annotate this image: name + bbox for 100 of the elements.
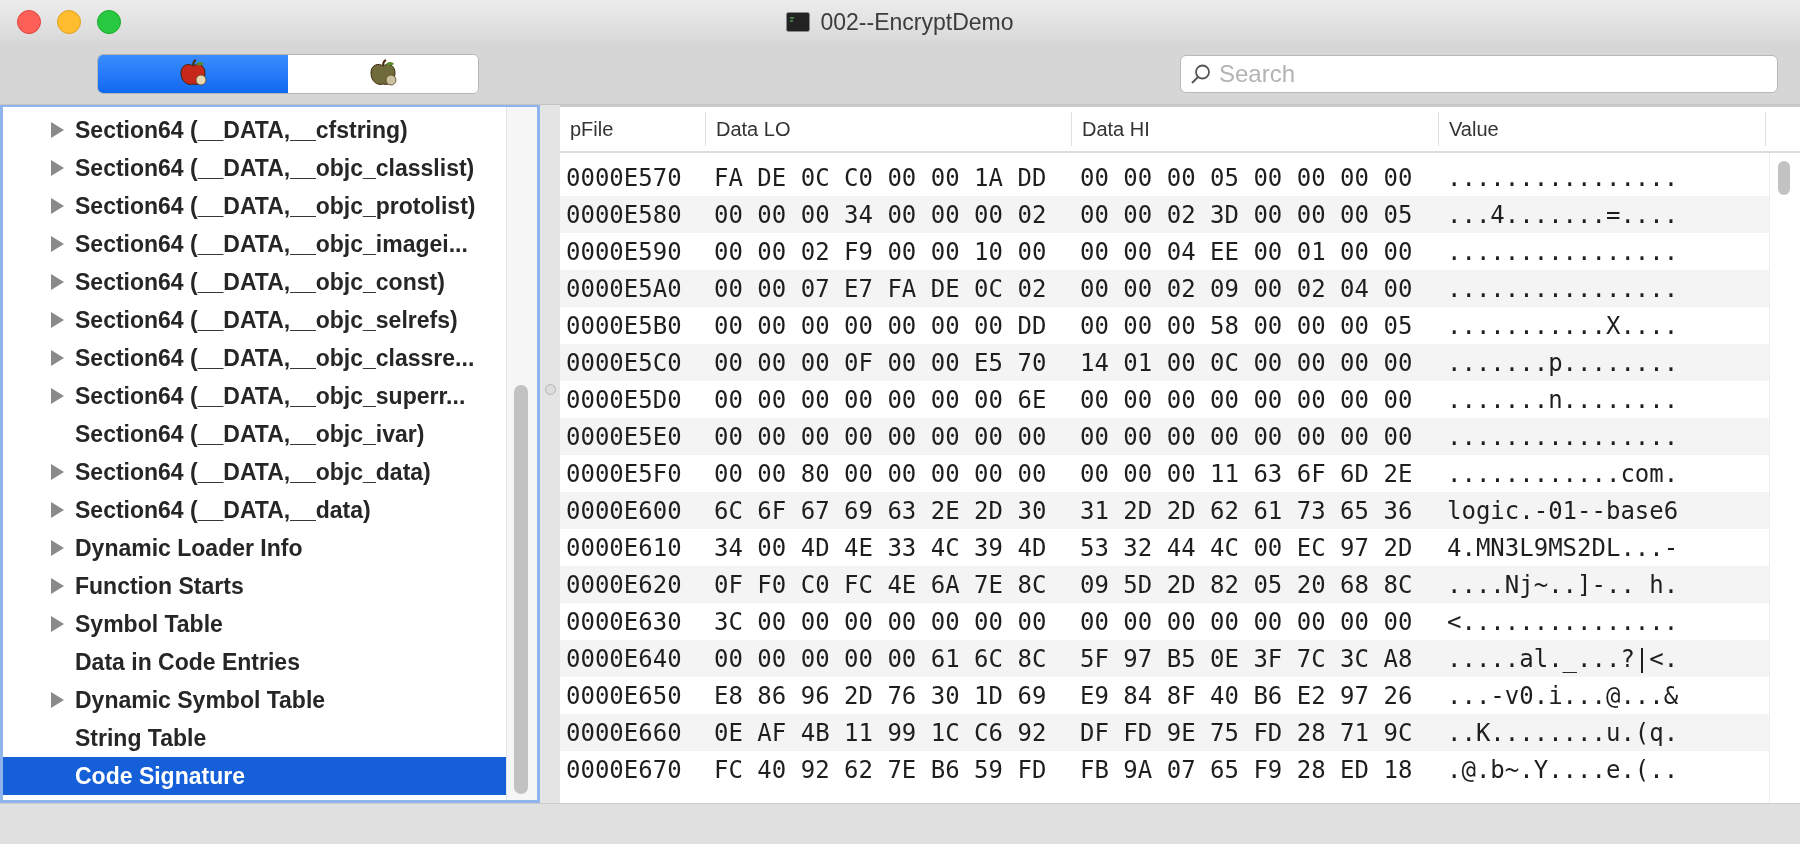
table-cell-text: 00 00 04 EE 00 01 00 00 bbox=[1079, 237, 1414, 266]
table-cell-text: 31 2D 2D 62 61 73 65 36 bbox=[1079, 496, 1414, 525]
table-cell-text: 00 00 00 34 00 00 00 02 bbox=[713, 200, 1048, 229]
tree-item[interactable]: Dynamic Loader Info bbox=[3, 529, 506, 567]
table-cell-text: logic.-01--base6 bbox=[1446, 496, 1680, 525]
table-cell-text: .......p........ bbox=[1446, 348, 1680, 377]
table-cell-text: 0000E600 bbox=[565, 496, 683, 525]
disclosure-triangle-icon[interactable] bbox=[51, 312, 64, 328]
table-cell-text: 0000E5E0 bbox=[565, 422, 683, 451]
table-cell-text: 0000E660 bbox=[565, 718, 683, 747]
tree-item[interactable]: Section64 (__DATA,__cfstring) bbox=[3, 111, 506, 149]
table-cell-text: 0000E580 bbox=[565, 200, 683, 229]
table-cell-text: 0000E610 bbox=[565, 533, 683, 562]
zoom-button[interactable] bbox=[97, 10, 121, 34]
table-cell-text: ............com. bbox=[1446, 459, 1680, 488]
tree-item[interactable]: Symbol Table bbox=[3, 605, 506, 643]
tree-item[interactable]: Section64 (__DATA,__data) bbox=[3, 491, 506, 529]
table-cell-text: 0000E5D0 bbox=[565, 385, 683, 414]
table-cell-text: ................ bbox=[1446, 237, 1680, 266]
table-cell-text: 00 00 00 58 00 00 00 05 bbox=[1079, 311, 1414, 340]
table-cell-text: 00 00 00 00 00 00 00 00 bbox=[1079, 385, 1414, 414]
disclosure-triangle-icon[interactable] bbox=[51, 616, 64, 632]
table-cell-text: 0000E640 bbox=[565, 644, 683, 673]
table-cell-text: 0000E590 bbox=[565, 237, 683, 266]
tree-item[interactable]: String Table bbox=[3, 719, 506, 757]
search-field[interactable]: Search bbox=[1180, 55, 1778, 93]
table-cell-text: DF FD 9E 75 FD 28 71 9C bbox=[1079, 718, 1414, 747]
table-cell-text: 3C 00 00 00 00 00 00 00 bbox=[713, 607, 1048, 636]
table-cell-text: ...-v0.i...@...& bbox=[1446, 681, 1680, 710]
table-cell-text: E9 84 8F 40 B6 E2 97 26 bbox=[1079, 681, 1414, 710]
table-cell-text: FB 9A 07 65 F9 28 ED 18 bbox=[1079, 755, 1414, 784]
disclosure-triangle-icon[interactable] bbox=[51, 578, 64, 594]
disclosure-triangle-icon[interactable] bbox=[51, 350, 64, 366]
tree-item[interactable]: Function Starts bbox=[3, 567, 506, 605]
table-cell-text: 00 00 00 00 00 61 6C 8C bbox=[713, 644, 1048, 673]
table-cell-text: 5F 97 B5 0E 3F 7C 3C A8 bbox=[1079, 644, 1414, 673]
column-header[interactable]: Value bbox=[1439, 112, 1766, 146]
tree-item[interactable]: Code Signature bbox=[3, 757, 506, 795]
table-cell-text: 53 32 44 4C 00 EC 97 2D bbox=[1079, 533, 1414, 562]
split-handle[interactable] bbox=[544, 383, 556, 395]
table-cell-text: 00 00 00 00 00 00 00 DD bbox=[713, 311, 1048, 340]
disclosure-triangle-icon[interactable] bbox=[51, 502, 64, 518]
table-cell-text: 09 5D 2D 82 05 20 68 8C bbox=[1079, 570, 1414, 599]
table-cell-text: .......n........ bbox=[1446, 385, 1680, 414]
table-cell-text: .....al._...?|<. bbox=[1446, 644, 1680, 673]
table-cell-text: ................ bbox=[1446, 163, 1680, 192]
table-cell-text: 0000E570 bbox=[565, 163, 683, 192]
tree-item[interactable]: Section64 (__DATA,__objc_ivar) bbox=[3, 415, 506, 453]
table-cell-text: 6C 6F 67 69 63 2E 2D 30 bbox=[713, 496, 1048, 525]
tree-item[interactable]: Section64 (__DATA,__objc_classlist) bbox=[3, 149, 506, 187]
column-header[interactable]: pFile bbox=[560, 112, 706, 146]
table-cell-text: 00 00 02 3D 00 00 00 05 bbox=[1079, 200, 1414, 229]
close-button[interactable] bbox=[17, 10, 41, 34]
table-cell-text: ................ bbox=[1446, 274, 1680, 303]
tree-item[interactable]: Section64 (__DATA,__objc_selrefs) bbox=[3, 301, 506, 339]
disclosure-triangle-icon[interactable] bbox=[51, 464, 64, 480]
table-cell-text: 34 00 4D 4E 33 4C 39 4D bbox=[713, 533, 1048, 562]
table-cell-text: ..K........u.(q. bbox=[1446, 718, 1680, 747]
table-cell-text: <............... bbox=[1446, 607, 1680, 636]
disclosure-triangle-icon[interactable] bbox=[51, 274, 64, 290]
column-header[interactable]: Data LO bbox=[706, 112, 1072, 146]
table-cell-text: ...4.......=.... bbox=[1446, 200, 1680, 229]
minimize-button[interactable] bbox=[57, 10, 81, 34]
table-cell-text: 00 00 07 E7 FA DE 0C 02 bbox=[713, 274, 1048, 303]
scrollbar-thumb[interactable] bbox=[1778, 161, 1790, 195]
table-cell-text: 0000E670 bbox=[565, 755, 683, 784]
table-cell-text: FA DE 0C C0 00 00 1A DD bbox=[713, 163, 1048, 192]
table-cell-text: FC 40 92 62 7E B6 59 FD bbox=[713, 755, 1048, 784]
tree-item[interactable]: Section64 (__DATA,__objc_protolist) bbox=[3, 187, 506, 225]
window-title: 002--EncryptDemo bbox=[820, 8, 1014, 36]
tree-item[interactable]: Section64 (__DATA,__objc_classre... bbox=[3, 339, 506, 377]
tree-item[interactable]: Section64 (__DATA,__objc_superr... bbox=[3, 377, 506, 415]
table-cell-text: 0000E5A0 bbox=[565, 274, 683, 303]
tree-item[interactable]: Section64 (__DATA,__objc_const) bbox=[3, 263, 506, 301]
disclosure-triangle-icon[interactable] bbox=[51, 122, 64, 138]
table-cell-text: .@.b~.Y....e.(.. bbox=[1446, 755, 1680, 784]
table-cell-text: 0F F0 C0 FC 4E 6A 7E 8C bbox=[713, 570, 1048, 599]
table-cell-text: 00 00 80 00 00 00 00 00 bbox=[713, 459, 1048, 488]
tree-item[interactable]: Dynamic Symbol Table bbox=[3, 681, 506, 719]
table-cell-text: 0000E620 bbox=[565, 570, 683, 599]
tree-item[interactable]: Section64 (__DATA,__objc_data) bbox=[3, 453, 506, 491]
disclosure-triangle-icon[interactable] bbox=[51, 160, 64, 176]
disclosure-triangle-icon[interactable] bbox=[51, 540, 64, 556]
tree-item[interactable]: Section64 (__DATA,__objc_imagei... bbox=[3, 225, 506, 263]
disclosure-triangle-icon[interactable] bbox=[51, 236, 64, 252]
disclosure-triangle-icon[interactable] bbox=[51, 692, 64, 708]
table-cell-text: 00 00 00 00 00 00 00 00 bbox=[1079, 607, 1414, 636]
table-cell-text: 0000E5C0 bbox=[565, 348, 683, 377]
column-header[interactable]: Data HI bbox=[1072, 112, 1439, 146]
table-cell-text: 0000E650 bbox=[565, 681, 683, 710]
disclosure-triangle-icon[interactable] bbox=[51, 198, 64, 214]
scrollbar-thumb[interactable] bbox=[514, 385, 528, 794]
table-cell-text: 00 00 00 00 00 00 00 00 bbox=[713, 422, 1048, 451]
table-cell-text: 4.MN3L9MS2DL...- bbox=[1446, 533, 1680, 562]
table-cell-text: 00 00 00 05 00 00 00 00 bbox=[1079, 163, 1414, 192]
table-cell-text: ................ bbox=[1446, 422, 1680, 451]
table-cell-text: 14 01 00 0C 00 00 00 00 bbox=[1079, 348, 1414, 377]
tree-item[interactable]: Data in Code Entries bbox=[3, 643, 506, 681]
table-cell-text: 0000E630 bbox=[565, 607, 683, 636]
disclosure-triangle-icon[interactable] bbox=[51, 388, 64, 404]
